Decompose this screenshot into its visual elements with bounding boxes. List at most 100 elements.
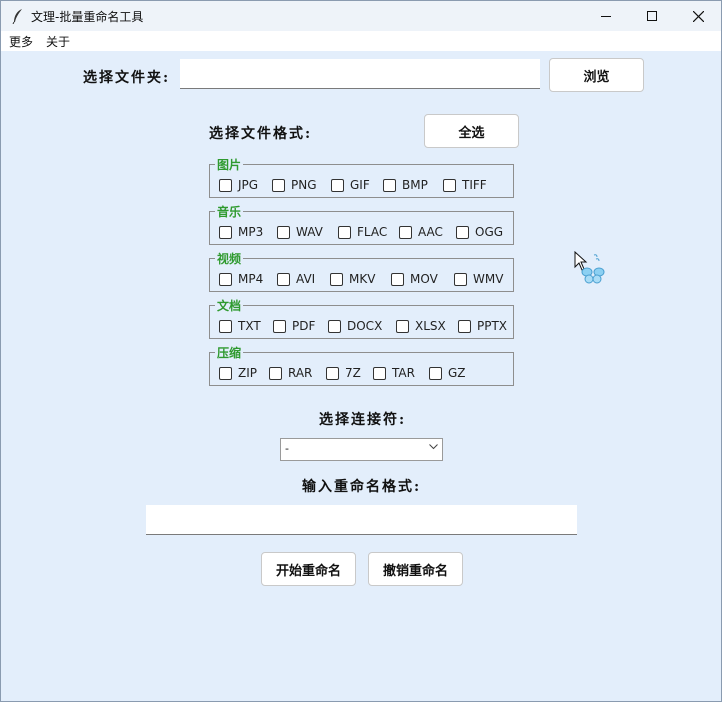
group-title: 压缩 bbox=[215, 344, 244, 361]
browse-button[interactable]: 浏览 bbox=[549, 58, 644, 92]
connector-label: 选择连接符: bbox=[319, 412, 407, 428]
checkbox-mov[interactable]: MOV bbox=[391, 272, 438, 286]
checkbox-zip[interactable]: ZIP bbox=[219, 366, 257, 380]
checkbox-box[interactable] bbox=[458, 319, 471, 333]
checkbox-xlsx[interactable]: XLSX bbox=[396, 319, 446, 333]
checkbox-rar[interactable]: RAR bbox=[269, 366, 312, 380]
checkbox-bmp[interactable]: BMP bbox=[383, 178, 428, 192]
checkbox-box[interactable] bbox=[269, 366, 282, 380]
checkbox-label: FLAC bbox=[357, 225, 388, 239]
checkbox-box[interactable] bbox=[338, 225, 351, 239]
group-archives: 压缩 ZIP RAR 7Z TAR GZ bbox=[209, 344, 514, 386]
checkbox-box[interactable] bbox=[383, 178, 396, 192]
checkbox-gif[interactable]: GIF bbox=[331, 178, 370, 192]
checkbox-box[interactable] bbox=[219, 225, 232, 239]
folder-path-input[interactable] bbox=[180, 59, 540, 89]
minimize-icon bbox=[601, 16, 611, 17]
checkbox-label: PDF bbox=[292, 319, 316, 333]
title-bar: 文理-批量重命名工具 bbox=[1, 1, 721, 31]
checkbox-jpg[interactable]: JPG bbox=[219, 178, 258, 192]
group-title: 视频 bbox=[215, 250, 244, 267]
checkbox-label: PNG bbox=[291, 178, 317, 192]
checkbox-box[interactable] bbox=[331, 178, 344, 192]
checkbox-label: DOCX bbox=[347, 319, 383, 333]
start-rename-button[interactable]: 开始重命名 bbox=[261, 552, 356, 586]
checkbox-txt[interactable]: TXT bbox=[219, 319, 261, 333]
checkbox-mp4[interactable]: MP4 bbox=[219, 272, 263, 286]
menu-bar: 更多 关于 bbox=[1, 31, 721, 51]
checkbox-aac[interactable]: AAC bbox=[399, 225, 443, 239]
group-title: 文档 bbox=[215, 297, 244, 314]
checkbox-label: TAR bbox=[392, 366, 415, 380]
checkbox-pdf[interactable]: PDF bbox=[273, 319, 315, 333]
checkbox-label: OGG bbox=[475, 225, 504, 239]
checkbox-label: XLSX bbox=[415, 319, 446, 333]
group-title: 图片 bbox=[215, 156, 244, 173]
checkbox-label: 7Z bbox=[345, 366, 361, 380]
checkbox-box[interactable] bbox=[454, 272, 467, 286]
checkbox-box[interactable] bbox=[396, 319, 409, 333]
checkbox-docx[interactable]: DOCX bbox=[328, 319, 382, 333]
checkbox-mkv[interactable]: MKV bbox=[330, 272, 375, 286]
feather-icon bbox=[12, 9, 22, 24]
checkbox-flac[interactable]: FLAC bbox=[338, 225, 387, 239]
rename-format-label: 输入重命名格式: bbox=[302, 479, 422, 495]
checkbox-box[interactable] bbox=[399, 225, 412, 239]
select-all-button[interactable]: 全选 bbox=[424, 114, 519, 148]
checkbox-box[interactable] bbox=[272, 178, 285, 192]
checkbox-box[interactable] bbox=[277, 272, 290, 286]
chevron-down-icon bbox=[429, 444, 438, 450]
checkbox-png[interactable]: PNG bbox=[272, 178, 317, 192]
close-button[interactable] bbox=[675, 1, 721, 31]
checkbox-wmv[interactable]: WMV bbox=[454, 272, 503, 286]
checkbox-box[interactable] bbox=[456, 225, 469, 239]
checkbox-label: GZ bbox=[448, 366, 466, 380]
checkbox-box[interactable] bbox=[443, 178, 456, 192]
checkbox-box[interactable] bbox=[391, 272, 404, 286]
window-title: 文理-批量重命名工具 bbox=[31, 10, 144, 24]
rename-format-input[interactable] bbox=[146, 505, 577, 535]
checkbox-avi[interactable]: AVI bbox=[277, 272, 315, 286]
menu-about[interactable]: 关于 bbox=[46, 33, 70, 50]
close-icon bbox=[692, 10, 704, 22]
group-title: 音乐 bbox=[215, 203, 244, 220]
maximize-icon bbox=[647, 11, 657, 21]
checkbox-label: WAV bbox=[296, 225, 323, 239]
menu-more[interactable]: 更多 bbox=[9, 33, 33, 50]
checkbox-box[interactable] bbox=[326, 366, 339, 380]
checkbox-box[interactable] bbox=[330, 272, 343, 286]
group-documents: 文档 TXT PDF DOCX XLSX PPTX bbox=[209, 297, 514, 339]
checkbox-tiff[interactable]: TIFF bbox=[443, 178, 487, 192]
checkbox-box[interactable] bbox=[373, 366, 386, 380]
checkbox-label: MP3 bbox=[238, 225, 264, 239]
cursor-butterfly-icon bbox=[574, 251, 605, 284]
minimize-button[interactable] bbox=[583, 1, 629, 31]
undo-rename-button[interactable]: 撤销重命名 bbox=[368, 552, 463, 586]
group-music: 音乐 MP3 WAV FLAC AAC OGG bbox=[209, 203, 514, 245]
checkbox-gz[interactable]: GZ bbox=[429, 366, 466, 380]
maximize-button[interactable] bbox=[629, 1, 675, 31]
checkbox-wav[interactable]: WAV bbox=[277, 225, 323, 239]
checkbox-box[interactable] bbox=[219, 319, 232, 333]
checkbox-7z[interactable]: 7Z bbox=[326, 366, 361, 380]
checkbox-box[interactable] bbox=[219, 272, 232, 286]
formats-label: 选择文件格式: bbox=[209, 126, 313, 142]
checkbox-box[interactable] bbox=[429, 366, 442, 380]
checkbox-label: JPG bbox=[238, 178, 259, 192]
checkbox-label: TXT bbox=[238, 319, 261, 333]
connector-selected-value: - bbox=[285, 442, 289, 455]
checkbox-box[interactable] bbox=[219, 178, 232, 192]
checkbox-label: MP4 bbox=[238, 272, 264, 286]
checkbox-box[interactable] bbox=[273, 319, 286, 333]
connector-select[interactable]: - bbox=[280, 438, 443, 461]
checkbox-box[interactable] bbox=[328, 319, 341, 333]
checkbox-ogg[interactable]: OGG bbox=[456, 225, 503, 239]
checkbox-box[interactable] bbox=[219, 366, 232, 380]
checkbox-box[interactable] bbox=[277, 225, 290, 239]
checkbox-label: WMV bbox=[473, 272, 504, 286]
checkbox-pptx[interactable]: PPTX bbox=[458, 319, 507, 333]
checkbox-mp3[interactable]: MP3 bbox=[219, 225, 263, 239]
checkbox-label: MKV bbox=[349, 272, 376, 286]
checkbox-label: AAC bbox=[418, 225, 443, 239]
checkbox-tar[interactable]: TAR bbox=[373, 366, 415, 380]
